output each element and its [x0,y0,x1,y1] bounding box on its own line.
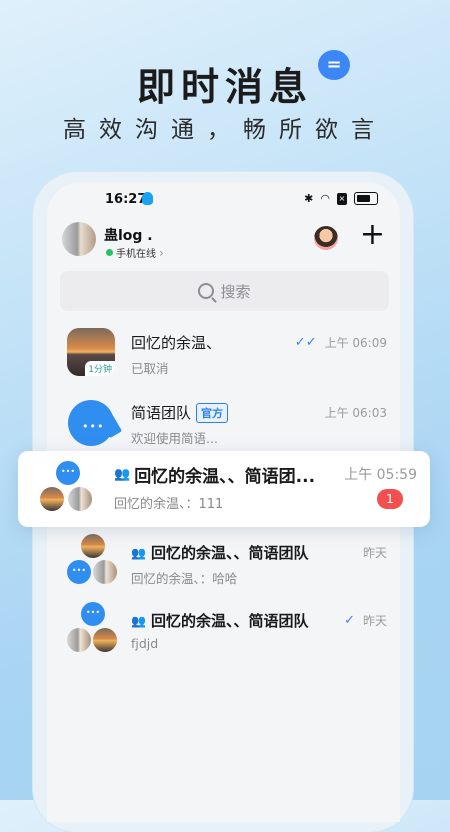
sim-icon: × [337,192,347,205]
conversation-name: 回忆的余温、、简语团队 [150,612,309,630]
hero-subtitle: 高效沟通，畅所欲言 [63,117,387,143]
jianyu-logo-icon: ••• [68,400,114,446]
double-check-icon: ✓✓ [294,335,317,350]
conversation-preview: 欢迎使用简语... [131,431,218,446]
member-avatar [93,560,117,584]
group-icon: 👥 [114,467,131,482]
avatar: 1分钟 [67,328,115,376]
conversation-name: 回忆的余温、、简语团... [134,467,316,487]
search-input[interactable]: 搜索 [60,271,389,311]
official-badge: 官方 [196,402,229,423]
highlighted-conversation-card[interactable]: ••• 👥 回忆的余温、、简语团... 回忆的余温、：111 上午 05:59 … [18,451,430,527]
chat-header: 蛊log . 手机在线 › + [47,218,400,266]
online-dot-icon [106,249,113,256]
avatar-tag: 1分钟 [85,361,115,376]
group-avatar: ••• [40,461,92,513]
add-button[interactable]: + [360,220,385,250]
search-placeholder: 搜索 [220,282,251,301]
group-avatar: ••• [67,534,119,586]
conversation-preview: 已取消 [131,361,169,376]
member-avatar [68,487,92,511]
bluetooth-icon: ✱ [304,192,314,205]
conversation-time: 上午 06:09 [324,336,387,350]
group-icon: 👥 [131,545,146,560]
check-icon: ✓ [344,613,355,628]
conversation-time: 上午 05:59 [344,467,417,483]
qq-notification-icon [142,192,153,205]
status-time: 16:27 [105,192,147,207]
chat-bubble-icon: = [318,50,350,80]
battery-icon [354,192,378,205]
search-icon [198,283,215,299]
conversation-preview: 回忆的余温、：哈哈 [131,571,238,586]
member-avatar [93,628,117,652]
conversation-time: 昨天 [362,546,387,560]
conversation-time: 昨天 [362,614,387,628]
unread-badge: 1 [377,489,403,509]
avatar[interactable] [62,222,96,256]
conversation-name: 回忆的余温、 [131,334,222,352]
wifi-icon: ◠ [320,192,330,205]
member-avatar: ••• [56,461,80,485]
chevron-right-icon: › [159,245,164,260]
member-avatar [67,628,91,652]
list-item[interactable]: ••• 👥 回忆的余温、、简语团队 fjdjd ✓ 昨天 [47,602,400,670]
member-avatar [81,534,105,558]
member-avatar: ••• [81,602,105,626]
list-item[interactable]: 1分钟 回忆的余温、 已取消 ✓✓ 上午 06:09 [47,324,400,392]
conversation-preview: fjdjd [131,636,159,651]
avatar: ••• [68,400,116,448]
emoji-avatar-icon[interactable] [314,226,338,250]
status-bar: 16:27 ✱ ◠ × [47,182,400,216]
online-status[interactable]: 手机在线 › [106,245,164,260]
list-item[interactable]: ••• 👥 回忆的余温、、简语团队 回忆的余温、：哈哈 昨天 [47,534,400,602]
online-status-text: 手机在线 [116,249,156,260]
member-avatar [40,487,64,511]
member-avatar: ••• [67,560,91,584]
group-avatar: ••• [67,602,119,654]
conversation-name: 回忆的余温、、简语团队 [150,544,309,562]
conversation-time: 上午 06:03 [324,406,387,420]
group-icon: 👥 [131,613,146,628]
conversation-preview: 回忆的余温、：111 [114,497,224,512]
hero-title: 即时消息 [136,65,313,109]
conversation-name: 简语团队 [131,404,192,422]
user-nickname[interactable]: 蛊log . [104,225,153,245]
